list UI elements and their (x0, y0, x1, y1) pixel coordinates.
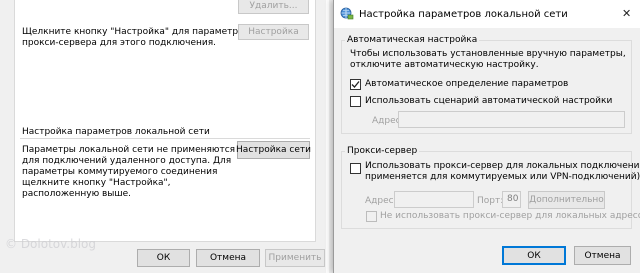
connections-tab-panel: Удалить... Щелкните кнопку "Настройка" д… (14, 0, 316, 242)
lan-info-line: параметры коммутируемого соединения (22, 167, 218, 177)
dialog-title: Настройка параметров локальной сети (359, 9, 568, 20)
watermark: © Dolotov.blog (5, 237, 97, 251)
cancel-button[interactable]: Отмена (574, 246, 631, 265)
auto-detect-checkbox[interactable] (350, 79, 361, 90)
auto-detect-label[interactable]: Автоматическое определение параметров (365, 79, 568, 90)
lan-section-title: Настройка параметров локальной сети (22, 127, 210, 137)
script-address-label: Адрес (372, 116, 401, 126)
lan-settings-dialog: Настройка параметров локальной сети ✕ Ав… (333, 0, 640, 273)
use-script-checkbox[interactable] (350, 96, 361, 107)
ok-button[interactable]: ОК (502, 246, 566, 265)
lan-info-line: расположенную выше. (22, 189, 132, 199)
use-script-label[interactable]: Использовать сценарий автоматической нас… (365, 96, 612, 107)
lan-settings-button[interactable]: Настройка сети (236, 141, 311, 159)
globe-network-icon (340, 7, 354, 20)
window-edge (326, 0, 329, 273)
use-proxy-label[interactable]: применяется для коммутируемых или VPN-по… (365, 172, 640, 183)
internet-properties-dialog: Удалить... Щелкните кнопку "Настройка" д… (0, 0, 329, 273)
auto-config-description: Чтобы использовать установленные вручную… (350, 49, 626, 59)
auto-config-legend: Автоматическая настройка (345, 35, 480, 46)
script-address-field (398, 111, 625, 128)
apply-button: Применить (265, 249, 325, 267)
auto-config-description: отключите автоматическую настройку. (350, 60, 539, 70)
bypass-local-checkbox (366, 211, 377, 222)
bypass-local-label: Не использовать прокси-сервер для локаль… (380, 211, 640, 221)
close-icon[interactable]: ✕ (622, 7, 631, 20)
proxy-address-field (394, 191, 474, 208)
cancel-button[interactable]: Отмена (196, 249, 260, 267)
proxy-hint-line2: прокси-сервера для этого подключения. (22, 38, 216, 48)
advanced-button: Дополнительно (528, 191, 605, 209)
proxy-server-legend: Прокси-сервер (345, 146, 420, 157)
proxy-port-label: Порт: (477, 196, 504, 206)
ok-button[interactable]: ОК (137, 249, 190, 267)
lan-info-line: для подключений удаленного доступа. Для (22, 156, 232, 166)
proxy-port-field: 80 (502, 191, 521, 208)
proxy-address-label: Адрес: (365, 196, 397, 206)
lan-info-line: щелкните кнопку "Настройка", (22, 178, 171, 188)
checkmark-icon (351, 81, 360, 88)
proxy-hint-line1: Щелкните кнопку "Настройка" для параметр… (22, 27, 246, 37)
use-proxy-label[interactable]: Использовать прокси-сервер для локальных… (365, 161, 640, 172)
settings-button: Настройка (238, 24, 309, 40)
use-proxy-checkbox[interactable] (350, 163, 361, 174)
section-divider (20, 138, 310, 139)
title-bar: Настройка параметров локальной сети ✕ (334, 0, 640, 28)
delete-button: Удалить... (238, 0, 309, 14)
lan-info-line: Параметры локальной сети не применяются (22, 145, 236, 155)
